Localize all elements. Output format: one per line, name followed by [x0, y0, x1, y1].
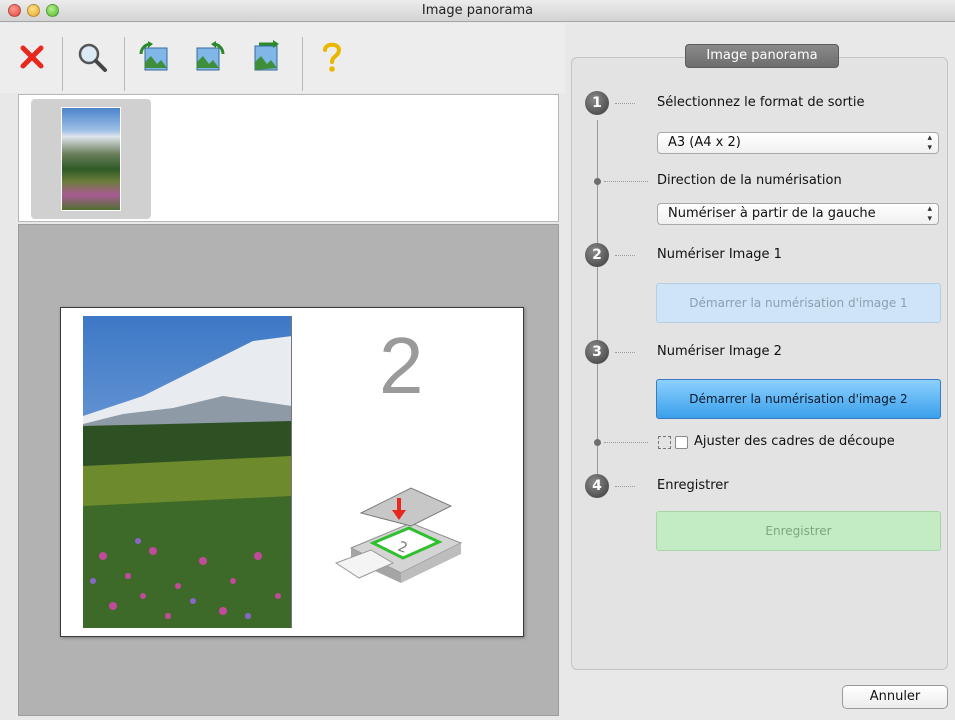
image-slot-number: 2 [379, 321, 424, 410]
rotate-left-icon [139, 41, 168, 71]
cancel-button[interactable]: Annuler [842, 685, 948, 709]
step-4-badge: 4 [585, 474, 609, 498]
window-zoom-button[interactable] [46, 4, 59, 17]
help-icon [323, 42, 342, 72]
step-2-label: Numériser Image 1 [657, 247, 782, 262]
step-dots [615, 486, 635, 487]
output-format-value: A3 (A4 x 2) [668, 135, 741, 150]
toolbar-separator [124, 37, 125, 91]
preview-sheet: 2 2 [60, 307, 524, 637]
step-3-label: Numériser Image 2 [657, 344, 782, 359]
window-title: Image panorama [421, 3, 534, 18]
step-dots [615, 103, 635, 104]
step-1-badge: 1 [585, 91, 609, 115]
delete-icon [20, 45, 44, 69]
help-button[interactable] [312, 37, 352, 77]
thumbnail-strip [18, 94, 559, 222]
toolbar-separator [302, 37, 303, 91]
toolbar [0, 23, 565, 93]
delete-button[interactable] [12, 37, 52, 77]
swap-image-icon [254, 40, 279, 71]
select-arrows-icon: ▴ ▾ [927, 133, 932, 153]
step-4-label: Enregistrer [657, 478, 729, 493]
start-scan-image-1-button[interactable]: Démarrer la numérisation d'image 1 [656, 283, 941, 323]
step-2-badge: 2 [585, 243, 609, 267]
rotate-right-icon [196, 41, 225, 71]
steps-connector [597, 120, 598, 490]
swap-image-button[interactable] [246, 37, 286, 77]
substep-node [594, 439, 601, 446]
start-scan-image-2-button[interactable]: Démarrer la numérisation d'image 2 [656, 379, 941, 419]
scanner-illustration: 2 [331, 468, 471, 588]
thumbnail-image [61, 107, 121, 211]
zoom-button[interactable] [72, 37, 112, 77]
scanned-image-1 [83, 316, 292, 628]
scan-direction-label: Direction de la numérisation [657, 173, 842, 188]
step-dots [604, 181, 648, 182]
output-format-select[interactable]: A3 (A4 x 2) ▴ ▾ [657, 132, 939, 154]
substep-node [594, 178, 601, 185]
preview-area: 2 2 [18, 224, 559, 716]
window-minimize-button[interactable] [27, 4, 40, 17]
app-window: Image panorama 2 2 Image panorama 1 Séle… [0, 0, 955, 720]
step-dots [615, 255, 635, 256]
step-dots [615, 352, 635, 353]
toolbar-separator [62, 37, 63, 91]
panel-tab-title: Image panorama [685, 44, 839, 68]
title-bar: Image panorama [0, 0, 955, 22]
step-3-badge: 3 [585, 340, 609, 364]
select-arrows-icon: ▴ ▾ [927, 204, 932, 224]
crop-frame-icon [658, 436, 671, 449]
adjust-crop-label: Ajuster des cadres de découpe [694, 434, 895, 449]
scan-direction-select[interactable]: Numériser à partir de la gauche ▴ ▾ [657, 203, 939, 225]
save-button[interactable]: Enregistrer [656, 511, 941, 551]
rotate-right-button[interactable] [190, 37, 230, 77]
adjust-crop-checkbox[interactable] [675, 436, 688, 449]
step-1-label: Sélectionnez le format de sortie [657, 95, 865, 110]
rotate-left-button[interactable] [134, 37, 174, 77]
scanner-icon: 2 [334, 487, 463, 583]
step-dots [604, 442, 648, 443]
window-close-button[interactable] [8, 4, 21, 17]
scan-direction-value: Numériser à partir de la gauche [668, 206, 876, 221]
thumbnail-item[interactable] [31, 99, 151, 219]
zoom-icon [78, 43, 107, 72]
